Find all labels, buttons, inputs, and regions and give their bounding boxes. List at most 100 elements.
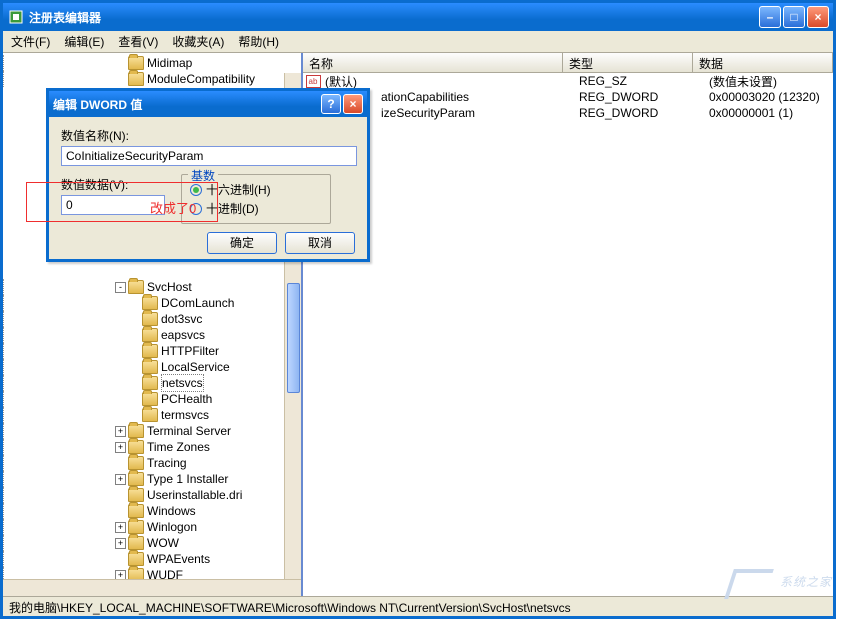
- tree-node-label: LocalService: [161, 359, 230, 375]
- tree-node-label: eapsvcs: [161, 327, 205, 343]
- radio-dot-icon: [190, 184, 202, 196]
- expand-icon[interactable]: +: [115, 442, 126, 453]
- dialog-help-button[interactable]: ?: [321, 94, 341, 114]
- tree-node[interactable]: + Winlogon: [3, 519, 301, 535]
- tree-node[interactable]: + WOW: [3, 535, 301, 551]
- folder-icon: [128, 552, 144, 566]
- folder-icon: [142, 312, 158, 326]
- tree-node[interactable]: Midimap: [3, 55, 301, 71]
- dialog-close-button[interactable]: ×: [343, 94, 363, 114]
- minimize-button[interactable]: –: [759, 6, 781, 28]
- tree-node[interactable]: WPAEvents: [3, 551, 301, 567]
- col-type[interactable]: 类型: [563, 53, 693, 72]
- tree-node-label: Tracing: [147, 455, 187, 471]
- tree-exp-spacer: [115, 506, 126, 517]
- maximize-button[interactable]: □: [783, 6, 805, 28]
- value-data-label: 数值数据(V):: [61, 176, 165, 193]
- folder-icon: [142, 360, 158, 374]
- tree-node[interactable]: Windows: [3, 503, 301, 519]
- tree-node[interactable]: termsvcs: [3, 407, 301, 423]
- menu-favorites[interactable]: 收藏夹(A): [168, 31, 228, 52]
- collapse-icon[interactable]: -: [115, 282, 126, 293]
- tree-exp-spacer: [129, 330, 140, 341]
- value-name-field[interactable]: CoInitializeSecurityParam: [61, 146, 357, 166]
- expand-icon[interactable]: +: [115, 522, 126, 533]
- tree-exp-spacer: [115, 554, 126, 565]
- folder-icon: [128, 472, 144, 486]
- radio-dec[interactable]: 十进制(D): [190, 200, 322, 217]
- expand-icon[interactable]: +: [115, 474, 126, 485]
- folder-icon: [142, 344, 158, 358]
- dialog-titlebar[interactable]: 编辑 DWORD 值 ? ×: [49, 91, 367, 117]
- tree-exp-spacer: [129, 314, 140, 325]
- menu-edit[interactable]: 编辑(E): [60, 31, 108, 52]
- value-name-label: 数值名称(N):: [61, 127, 355, 144]
- tree-exp-spacer: [115, 58, 126, 69]
- tree-node[interactable]: HTTPFilter: [3, 343, 301, 359]
- cancel-button[interactable]: 取消: [285, 232, 355, 254]
- tree-node[interactable]: DComLaunch: [3, 295, 301, 311]
- tree-node-label: termsvcs: [161, 407, 209, 423]
- tree-exp-spacer: [129, 410, 140, 421]
- col-data[interactable]: 数据: [693, 53, 833, 72]
- folder-icon: [142, 328, 158, 342]
- tree-node-label: DComLaunch: [161, 295, 234, 311]
- tree-node-label: Time Zones: [147, 439, 210, 455]
- menu-bar: 文件(F) 编辑(E) 查看(V) 收藏夹(A) 帮助(H): [3, 31, 833, 53]
- tree-node[interactable]: Userinstallable.dri: [3, 487, 301, 503]
- list-row[interactable]: ab(默认)REG_SZ(数值未设置): [303, 73, 833, 89]
- value-data: 0x00003020 (12320): [709, 90, 833, 104]
- tree-node[interactable]: + Terminal Server: [3, 423, 301, 439]
- titlebar[interactable]: 注册表编辑器 – □ ×: [3, 3, 833, 31]
- list-header: 名称 类型 数据: [303, 53, 833, 73]
- tree-exp-spacer: [129, 394, 140, 405]
- value-data: 0x00000001 (1): [709, 106, 833, 120]
- tree-node-label: dot3svc: [161, 311, 202, 327]
- expand-icon[interactable]: +: [115, 426, 126, 437]
- tree-node[interactable]: +Type 1 Installer: [3, 471, 301, 487]
- list-row[interactable]: 01ationCapabilitiesREG_DWORD0x00003020 (…: [303, 89, 833, 105]
- tree-node-label: SvcHost: [147, 279, 192, 295]
- expand-icon[interactable]: +: [115, 538, 126, 549]
- tree-node-label: HTTPFilter: [161, 343, 219, 359]
- folder-icon: [128, 72, 144, 86]
- close-button[interactable]: ×: [807, 6, 829, 28]
- folder-icon: [128, 440, 144, 454]
- tree-node[interactable]: - SvcHost: [3, 279, 301, 295]
- folder-icon: [142, 392, 158, 406]
- string-value-icon: ab: [305, 74, 321, 89]
- folder-icon: [128, 56, 144, 70]
- folder-icon: [128, 504, 144, 518]
- radio-dec-label: 十进制(D): [206, 200, 259, 217]
- ok-button[interactable]: 确定: [207, 232, 277, 254]
- tree-horizontal-scrollbar[interactable]: [3, 579, 301, 596]
- value-type: REG_SZ: [579, 74, 709, 88]
- app-icon: [7, 8, 25, 26]
- col-name[interactable]: 名称: [303, 53, 563, 72]
- status-bar: 我的电脑\HKEY_LOCAL_MACHINE\SOFTWARE\Microso…: [3, 596, 833, 616]
- tree-exp-spacer: [115, 74, 126, 85]
- tree-node[interactable]: ModuleCompatibility: [3, 71, 301, 87]
- tree-node[interactable]: dot3svc: [3, 311, 301, 327]
- menu-help[interactable]: 帮助(H): [234, 31, 283, 52]
- tree-node-label: Winlogon: [147, 519, 197, 535]
- value-list-pane[interactable]: 名称 类型 数据 ab(默认)REG_SZ(数值未设置)01ationCapab…: [303, 53, 833, 596]
- folder-icon: [142, 376, 158, 390]
- tree-node-label: WOW: [147, 535, 179, 551]
- tree-node[interactable]: eapsvcs: [3, 327, 301, 343]
- edit-dword-dialog: 编辑 DWORD 值 ? × 数值名称(N): CoInitializeSecu…: [46, 88, 370, 262]
- tree-exp-spacer: [129, 346, 140, 357]
- tree-node-label: Terminal Server: [147, 423, 231, 439]
- folder-icon: [128, 280, 144, 294]
- value-data-field[interactable]: 0: [61, 195, 165, 215]
- menu-file[interactable]: 文件(F): [7, 31, 54, 52]
- tree-node[interactable]: Tracing: [3, 455, 301, 471]
- menu-view[interactable]: 查看(V): [114, 31, 162, 52]
- tree-node[interactable]: PCHealth: [3, 391, 301, 407]
- folder-icon: [128, 488, 144, 502]
- tree-node[interactable]: LocalService: [3, 359, 301, 375]
- tree-node[interactable]: + Time Zones: [3, 439, 301, 455]
- tree-node[interactable]: netsvcs: [3, 375, 301, 391]
- list-row[interactable]: 01izeSecurityParamREG_DWORD0x00000001 (1…: [303, 105, 833, 121]
- value-type: REG_DWORD: [579, 106, 709, 120]
